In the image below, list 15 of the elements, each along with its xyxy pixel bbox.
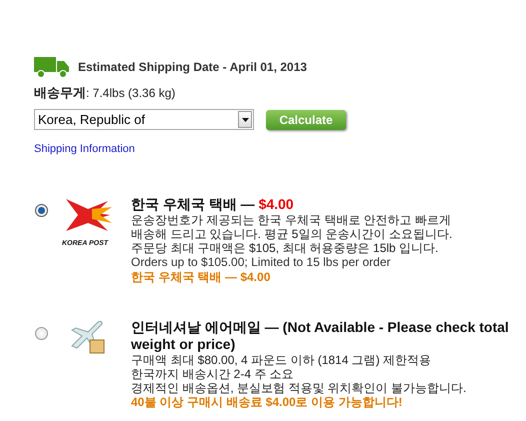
description-line: 한국까지 배송시간 2-4 주 소요 [131, 367, 295, 381]
country-select[interactable]: Korea, Republic of [34, 109, 254, 130]
shipping-date: Estimated Shipping Date - April 01, 2013 [78, 60, 307, 74]
limit-text: Orders up to $105.00; Limited to 15 lbs per order [131, 255, 392, 270]
description-line: 주문당 최대 구매액은 $105, 최대 허용중량은 15lb 입니다. [131, 241, 440, 255]
option-title: 인터네셔날 에어메일 — (Not Available - Please check total weight or price) [131, 319, 510, 353]
option-title: 한국 우체국 택배 — $4.00 [131, 196, 295, 213]
description-line: 경제적인 배송옵션, 분실보험 적용및 위치확인이 불가능합니다. [131, 381, 468, 395]
promo-text: 40불 이상 구매시 배송료 $4.00로 이용 가능합니다! [131, 395, 404, 409]
shipping-info-link[interactable]: Shipping Information [34, 143, 135, 155]
description-line: 구매액 최대 $80.00, 4 파운드 이하 (1814 그램) 제한적용 [131, 353, 432, 367]
weight-text: 배송무게: 7.4lbs (3.36 kg) [34, 84, 176, 102]
description-line: 운송장번호가 제공되는 한국 우체국 택배로 안전하고 빠르게 [131, 213, 452, 227]
description-line: 배송해 드리고 있습니다. 평균 5일의 운송시간이 소요됩니다. [131, 227, 454, 241]
promo-text: 한국 우체국 택배 — $4.00 [131, 270, 272, 284]
